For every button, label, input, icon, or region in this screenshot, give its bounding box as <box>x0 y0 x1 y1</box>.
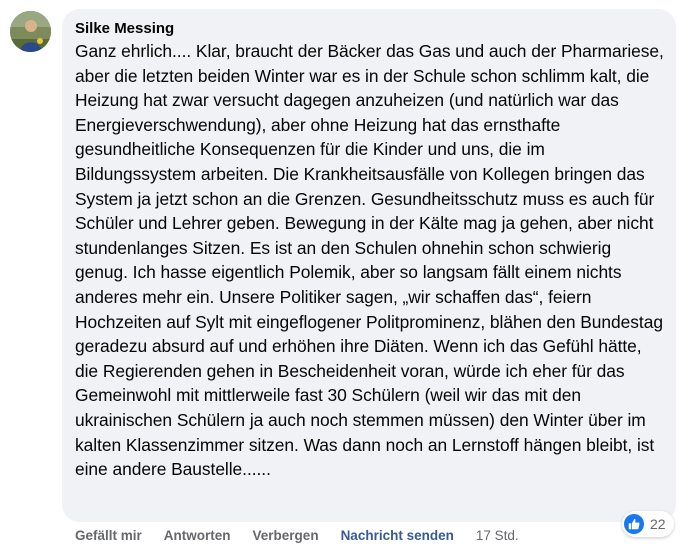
avatar[interactable] <box>10 11 51 52</box>
comment-actions: Gefällt mir Antworten Verbergen Nachrich… <box>75 525 519 545</box>
comment-bubble: Silke Messing Ganz ehrlich.... Klar, bra… <box>62 9 676 522</box>
hide-button[interactable]: Verbergen <box>253 528 319 543</box>
reaction-count: 22 <box>650 516 666 532</box>
comment-text: Ganz ehrlich.... Klar, braucht der Bäcke… <box>75 41 664 480</box>
avatar-photo <box>10 11 51 52</box>
like-thumbs-up-icon <box>624 514 644 534</box>
comment-timestamp[interactable]: 17 Std. <box>476 528 519 543</box>
like-button[interactable]: Gefällt mir <box>75 528 142 543</box>
reply-button[interactable]: Antworten <box>164 528 231 543</box>
comment-author[interactable]: Silke Messing <box>75 19 174 38</box>
send-message-button[interactable]: Nachricht senden <box>341 528 454 543</box>
reaction-summary[interactable]: 22 <box>622 511 674 537</box>
